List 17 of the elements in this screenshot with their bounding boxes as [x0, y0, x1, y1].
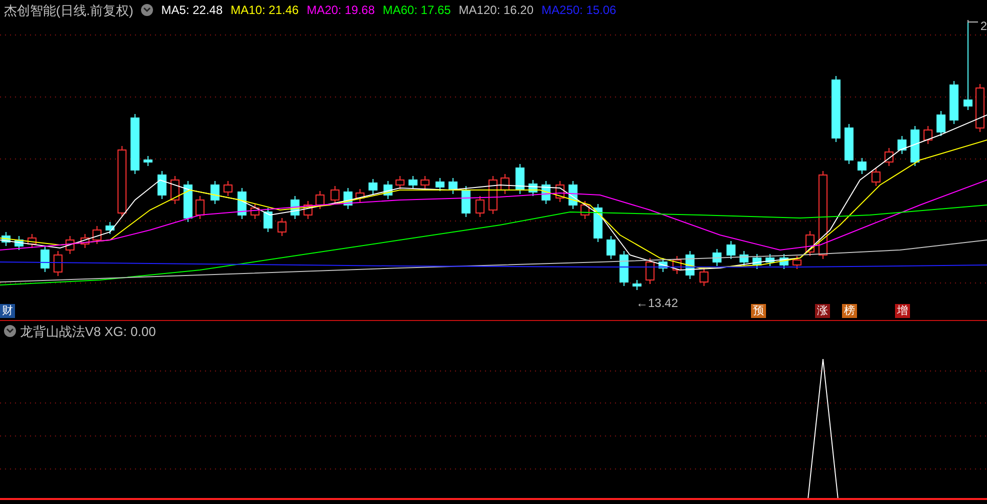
- event-marker[interactable]: 涨: [815, 304, 830, 318]
- chart-title: 杰创智能(日线.前复权): [4, 4, 134, 16]
- dropdown-icon[interactable]: [4, 325, 16, 337]
- ma-legend-label: MA250: 15.06: [542, 4, 616, 16]
- event-marker[interactable]: 榜: [842, 304, 857, 318]
- low-price-label: ←13.42: [636, 297, 678, 309]
- ma-legend-label: MA120: 16.20: [458, 4, 534, 16]
- ma-legend-label: MA20: 19.68: [306, 4, 375, 16]
- ma-legend-label: MA10: 21.46: [230, 4, 299, 16]
- event-marker[interactable]: 增: [895, 304, 910, 318]
- event-marker[interactable]: 预: [751, 304, 766, 318]
- indicator-title: 龙背山战法V8 XG: 0.00: [20, 324, 156, 338]
- dropdown-icon[interactable]: [141, 4, 154, 16]
- event-marker[interactable]: 财: [0, 304, 15, 318]
- ma-legend-label: MA5: 22.48: [161, 4, 223, 16]
- ma-legend-label: MA60: 17.65: [382, 4, 451, 16]
- high-price-label: 2: [980, 20, 987, 32]
